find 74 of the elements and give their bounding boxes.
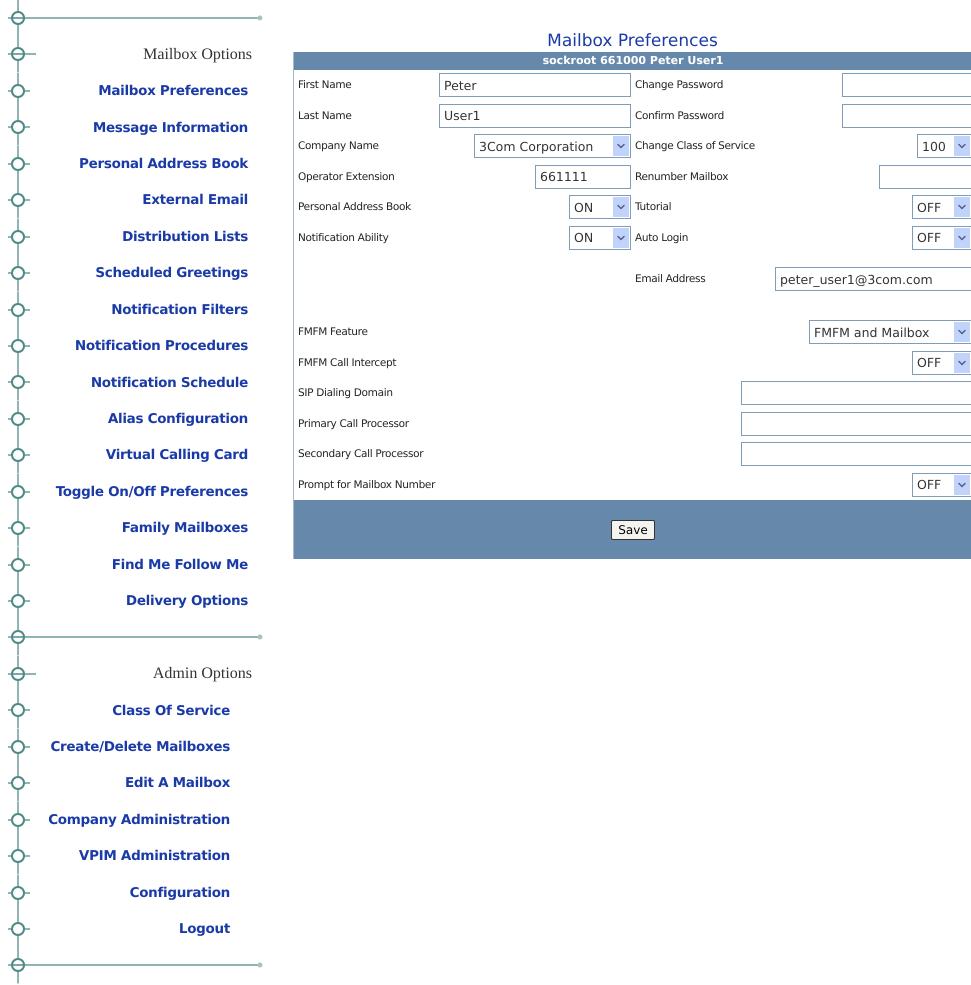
form-dropdown[interactable]: OFF: [912, 472, 971, 497]
nav-link[interactable]: Delivery Options: [126, 593, 248, 610]
field-label: Operator Extension: [298, 170, 394, 183]
caret-icon: [954, 474, 970, 495]
field-label: Confirm Password: [635, 110, 724, 122]
nav-link[interactable]: Find Me Follow Me: [112, 556, 248, 573]
field-label: First Name: [298, 79, 352, 92]
form-field[interactable]: User1: [439, 104, 631, 128]
field-label: Primary Call Processor: [298, 418, 409, 430]
nav-link[interactable]: Notification Procedures: [74, 338, 248, 354]
caret-icon: [613, 136, 629, 156]
form-dropdown[interactable]: 3Com Corporation: [474, 134, 631, 158]
field-label: Prompt for Mailbox Number: [298, 478, 436, 491]
field-label: Personal Address Book: [298, 201, 411, 214]
form-field[interactable]: [741, 442, 971, 466]
form-dropdown[interactable]: OFF: [912, 226, 971, 250]
caret-icon: [954, 322, 970, 342]
nav-link[interactable]: External Email: [142, 192, 248, 208]
nav-link[interactable]: Logout: [178, 921, 230, 938]
caret-icon: [954, 228, 970, 248]
nav-link[interactable]: Toggle On/Off Preferences: [56, 484, 248, 500]
field-label: Auto Login: [635, 232, 688, 244]
nav-link[interactable]: Virtual Calling Card: [106, 447, 248, 464]
caret-icon: [613, 228, 629, 248]
form-field[interactable]: 661111: [535, 164, 631, 189]
page-title: Mailbox Preferences: [546, 30, 719, 52]
field-label: Tutorial: [635, 201, 672, 214]
nav-link[interactable]: VPIM Administration: [78, 848, 230, 864]
nav-link[interactable]: Notification Schedule: [90, 374, 248, 391]
nav-link[interactable]: Edit A Mailbox: [124, 775, 230, 792]
header-bar: sockroot 661000 Peter User1: [294, 52, 971, 70]
nav-link[interactable]: Notification Filters: [111, 302, 248, 318]
nav-link[interactable]: Create/Delete Mailboxes: [50, 738, 230, 755]
nav-link[interactable]: Family Mailboxes: [122, 520, 248, 536]
form-dropdown[interactable]: OFF: [912, 350, 971, 375]
caret-icon: [954, 197, 970, 218]
nav-link[interactable]: Scheduled Greetings: [95, 265, 248, 282]
field-label: Email Address: [635, 273, 706, 285]
nav-link[interactable]: Distribution Lists: [122, 228, 248, 245]
field-label: FMFM Feature: [298, 326, 368, 338]
nav-link[interactable]: Mailbox Preferences: [98, 83, 248, 100]
form-dropdown[interactable]: ON: [569, 226, 631, 250]
caret-icon: [954, 352, 970, 373]
field-label: FMFM Call Intercept: [298, 356, 396, 369]
form-field[interactable]: [879, 164, 971, 189]
form-field[interactable]: [842, 104, 971, 128]
nav-link[interactable]: Personal Address Book: [79, 156, 248, 172]
form-field[interactable]: [741, 381, 971, 406]
field-label: Notification Ability: [298, 232, 389, 244]
form-dropdown[interactable]: ON: [569, 195, 631, 220]
field-label: Company Name: [298, 140, 379, 152]
form-field[interactable]: Peter: [439, 73, 631, 98]
nav-link[interactable]: Message Information: [92, 120, 248, 136]
form-dropdown[interactable]: 100: [917, 134, 971, 158]
caret-icon: [954, 136, 970, 156]
nav-link[interactable]: Class Of Service: [112, 702, 230, 719]
save-button[interactable]: Save: [611, 520, 655, 540]
caret-icon: [613, 197, 629, 218]
form-dropdown[interactable]: OFF: [912, 195, 971, 220]
field-label: Renumber Mailbox: [635, 170, 728, 183]
field-label: Secondary Call Processor: [298, 448, 424, 460]
section-heading: Mailbox Options: [143, 46, 252, 64]
field-label: Last Name: [298, 110, 352, 122]
field-label: Change Class of Service: [635, 140, 755, 152]
section-heading: Admin Options: [152, 665, 252, 684]
nav-link[interactable]: Company Administration: [48, 812, 230, 828]
nav-link[interactable]: Configuration: [130, 884, 230, 901]
field-label: SIP Dialing Domain: [298, 387, 393, 400]
field-label: Change Password: [635, 79, 724, 92]
nav-link[interactable]: Alias Configuration: [108, 411, 248, 428]
form-field[interactable]: [741, 412, 971, 436]
form-field[interactable]: [842, 73, 971, 98]
form-field[interactable]: peter_user1@3com.com: [775, 267, 971, 291]
form-dropdown[interactable]: FMFM and Mailbox: [809, 320, 971, 344]
